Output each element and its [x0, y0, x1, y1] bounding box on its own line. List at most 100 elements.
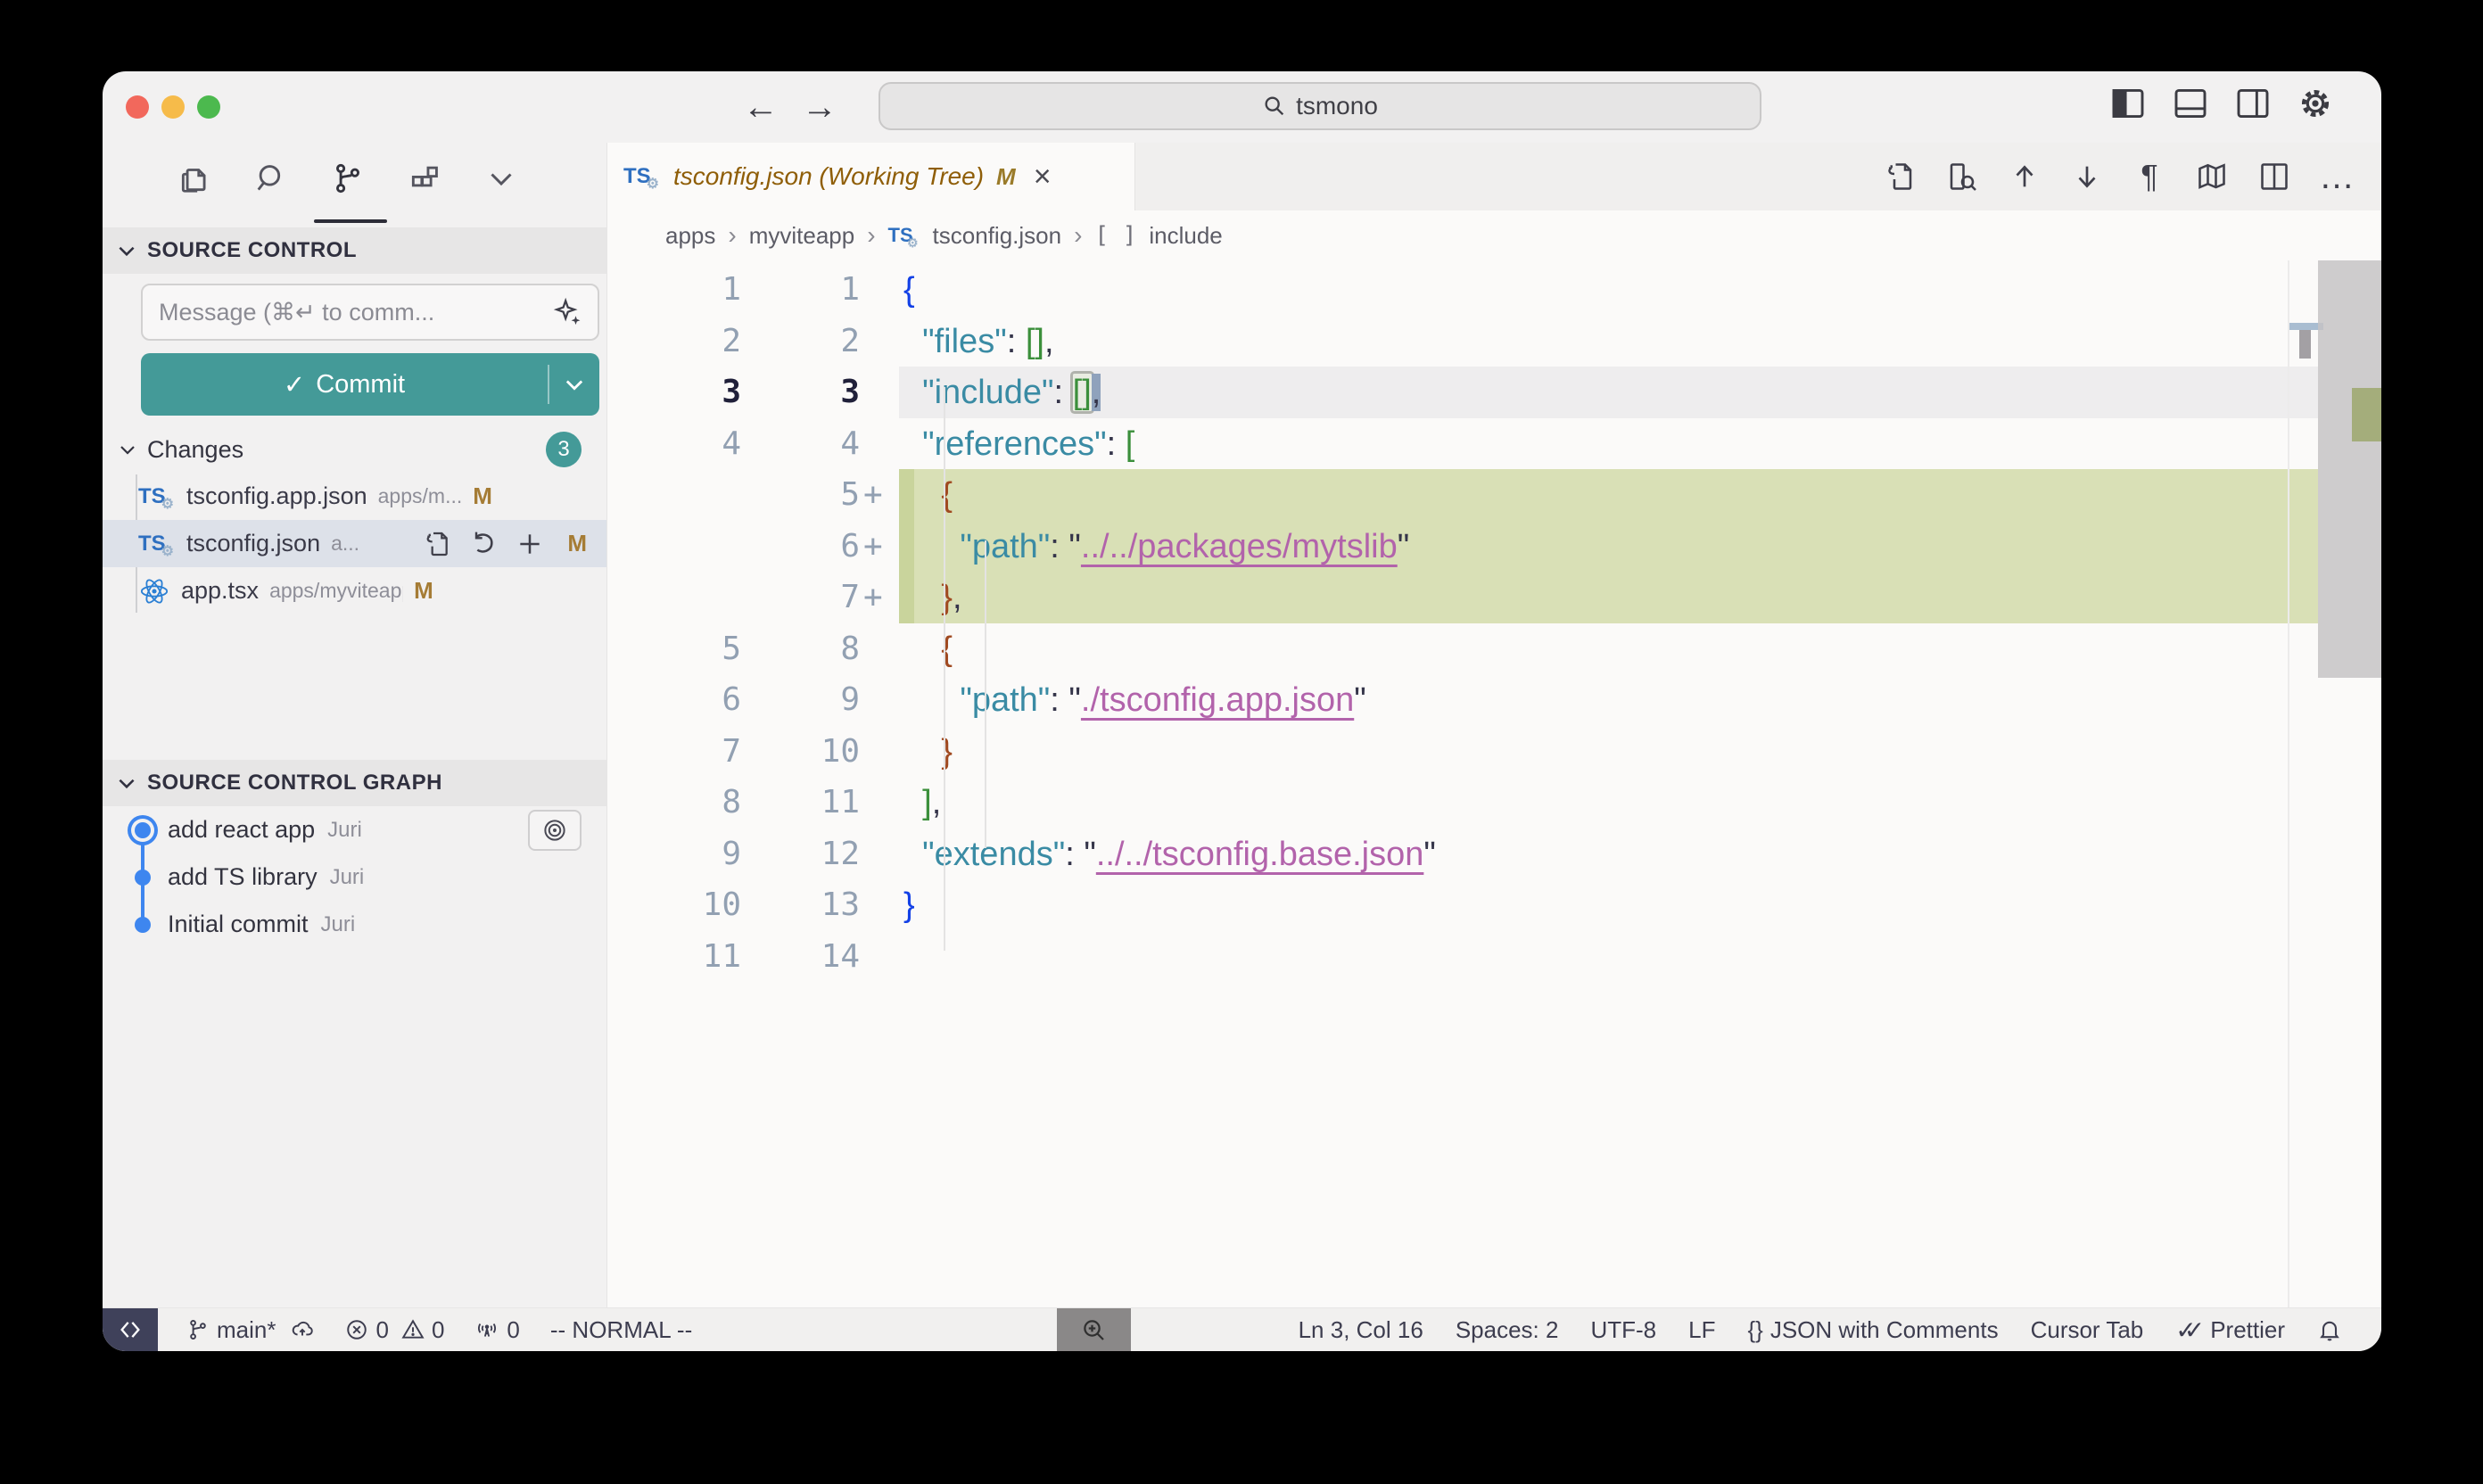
commit-row[interactable]: add react app Juri	[103, 806, 606, 853]
status-item-json-with-comments[interactable]: {}JSON with Comments	[1738, 1316, 2007, 1344]
tab-bar: TS⚙ tsconfig.json (Working Tree) M × ¶	[606, 143, 2381, 210]
open-file-icon[interactable]	[423, 530, 451, 558]
breadcrumb-item[interactable]: myviteapp	[749, 222, 855, 250]
breadcrumb-item[interactable]: tsconfig.json	[933, 222, 1062, 250]
breadcrumb-item[interactable]: include	[1149, 222, 1222, 250]
changes-file-row[interactable]: TS⚙ tsconfig.json a... M	[103, 520, 606, 567]
vscode-window: ← → tsmono	[103, 71, 2381, 1351]
search-icon	[1262, 94, 1287, 119]
commit-button[interactable]: ✓ Commit	[141, 353, 599, 416]
status-item-ln-3-col-16[interactable]: Ln 3, Col 16	[1290, 1316, 1432, 1344]
line-text: }	[903, 879, 915, 931]
tab-close-icon[interactable]: ×	[1034, 163, 1052, 190]
source-control-icon[interactable]	[326, 153, 370, 203]
open-file-icon[interactable]	[1882, 159, 1918, 194]
line-text: {	[903, 264, 915, 316]
goto-current-history-item-button[interactable]	[528, 810, 582, 851]
breadcrumb: apps›myviteapp›TS⚙tsconfig.json›[ ]inclu…	[606, 210, 2381, 260]
search-value: tsmono	[1296, 92, 1378, 120]
overview-ruler-added-marker	[2352, 388, 2381, 441]
more-actions-icon[interactable]: …	[2319, 159, 2355, 194]
code-line: 7 + },	[607, 572, 2381, 623]
commit-row[interactable]: add TS library Juri	[103, 853, 606, 901]
line-background	[899, 879, 2318, 931]
changes-file-row[interactable]: TS⚙ tsconfig.app.json apps/m... M	[103, 473, 606, 520]
close-window-button[interactable]	[126, 95, 149, 119]
status-item-label: UTF-8	[1590, 1316, 1656, 1344]
discard-changes-icon[interactable]	[469, 530, 498, 558]
ports-count: 0	[507, 1316, 519, 1344]
file-name: app.tsx	[181, 577, 259, 605]
toggle-panel-icon[interactable]	[2173, 86, 2208, 121]
code-line: 11 14	[607, 931, 2381, 983]
new-line-number: 6	[741, 521, 860, 573]
sync-cloud-icon	[290, 1318, 315, 1341]
sparkle-ai-icon[interactable]	[553, 297, 583, 327]
toggle-secondary-sidebar-icon[interactable]	[2235, 86, 2271, 121]
line-text: "files": [],	[903, 316, 1054, 367]
commit-author: Juri	[321, 912, 356, 937]
line-text: ],	[903, 777, 941, 829]
status-item-lf[interactable]: LF	[1679, 1316, 1724, 1344]
commit-message: add react app	[168, 816, 315, 844]
new-line-number: 9	[741, 674, 860, 726]
remote-indicator[interactable]	[103, 1308, 158, 1352]
line-background	[899, 264, 2318, 316]
minimap-handle-grip[interactable]	[2299, 330, 2311, 359]
file-path: apps/myviteapp/sr...	[269, 579, 403, 603]
ports-status[interactable]: 0	[466, 1316, 528, 1344]
additional-views-chevron-icon[interactable]	[479, 153, 524, 203]
branch-status[interactable]: main*	[177, 1316, 324, 1344]
split-editor-icon[interactable]	[2256, 159, 2292, 194]
code-line: 2 2 "files": [],	[607, 316, 2381, 367]
zoom-indicator[interactable]	[1057, 1308, 1131, 1351]
code-line: 5 + {	[607, 469, 2381, 521]
old-line-number: 5	[607, 623, 741, 675]
status-item-label: JSON with Comments	[1770, 1316, 1999, 1344]
commit-message: add TS library	[168, 863, 318, 891]
settings-gear-icon[interactable]	[2297, 86, 2333, 121]
status-item-spaces-2[interactable]: Spaces: 2	[1447, 1316, 1568, 1344]
commit-dropdown-chevron[interactable]	[549, 372, 599, 397]
extensions-icon[interactable]	[402, 153, 447, 203]
source-control-section-header[interactable]: SOURCE CONTROL	[103, 227, 606, 274]
back-button[interactable]: ←	[743, 84, 779, 130]
diff-editor[interactable]: 1 1 { 2 2 "files": [], 3 3 "include": []…	[606, 260, 2381, 1307]
changes-group-header[interactable]: Changes 3	[103, 426, 606, 473]
command-center-search[interactable]: tsmono	[879, 82, 1761, 130]
tab-tsconfig-working-tree[interactable]: TS⚙ tsconfig.json (Working Tree) M ×	[607, 143, 1135, 210]
check-icon: ✓	[284, 369, 305, 400]
next-change-icon[interactable]	[2069, 159, 2105, 194]
commit-message: Initial commit	[168, 911, 309, 938]
problems-status[interactable]: 0 0	[336, 1316, 453, 1344]
maximize-window-button[interactable]	[197, 95, 220, 119]
status-item-cursor-tab[interactable]: Cursor Tab	[2022, 1316, 2153, 1344]
vim-mode-indicator[interactable]: -- NORMAL --	[541, 1316, 701, 1344]
typescript-file-icon: TS⚙	[138, 484, 176, 509]
notifications-bell[interactable]	[2308, 1317, 2351, 1342]
toggle-primary-sidebar-icon[interactable]	[2110, 86, 2146, 121]
breadcrumb-item[interactable]: apps	[665, 222, 715, 250]
commit-row[interactable]: Initial commit Juri	[103, 901, 606, 948]
editor-scrollbar[interactable]	[2318, 260, 2381, 678]
line-background	[899, 623, 2318, 675]
modified-badge: M	[567, 530, 587, 557]
explorer-icon[interactable]	[172, 153, 217, 203]
line-text: "extends": "../../tsconfig.base.json"	[903, 829, 1436, 880]
stage-changes-icon[interactable]	[516, 530, 544, 558]
changes-file-row[interactable]: TS⚙ app.tsx apps/myviteapp/sr... M	[103, 567, 606, 614]
search-view-icon[interactable]	[249, 153, 293, 203]
forward-button[interactable]: →	[802, 84, 837, 130]
minimize-window-button[interactable]	[161, 95, 185, 119]
status-item-prettier[interactable]: ✓✓Prettier	[2166, 1315, 2294, 1345]
old-line-number: 8	[607, 777, 741, 829]
source-control-header-label: SOURCE CONTROL	[147, 238, 357, 263]
map-icon[interactable]	[2194, 159, 2230, 194]
commit-message-input[interactable]	[157, 298, 553, 327]
source-control-graph-section-header[interactable]: SOURCE CONTROL GRAPH	[103, 760, 606, 806]
previous-change-icon[interactable]	[2007, 159, 2042, 194]
bell-icon	[2317, 1317, 2342, 1342]
status-item-utf-8[interactable]: UTF-8	[1581, 1316, 1665, 1344]
inline-view-icon[interactable]	[1944, 159, 1980, 194]
whitespace-pilcrow-icon[interactable]: ¶	[2132, 159, 2167, 194]
